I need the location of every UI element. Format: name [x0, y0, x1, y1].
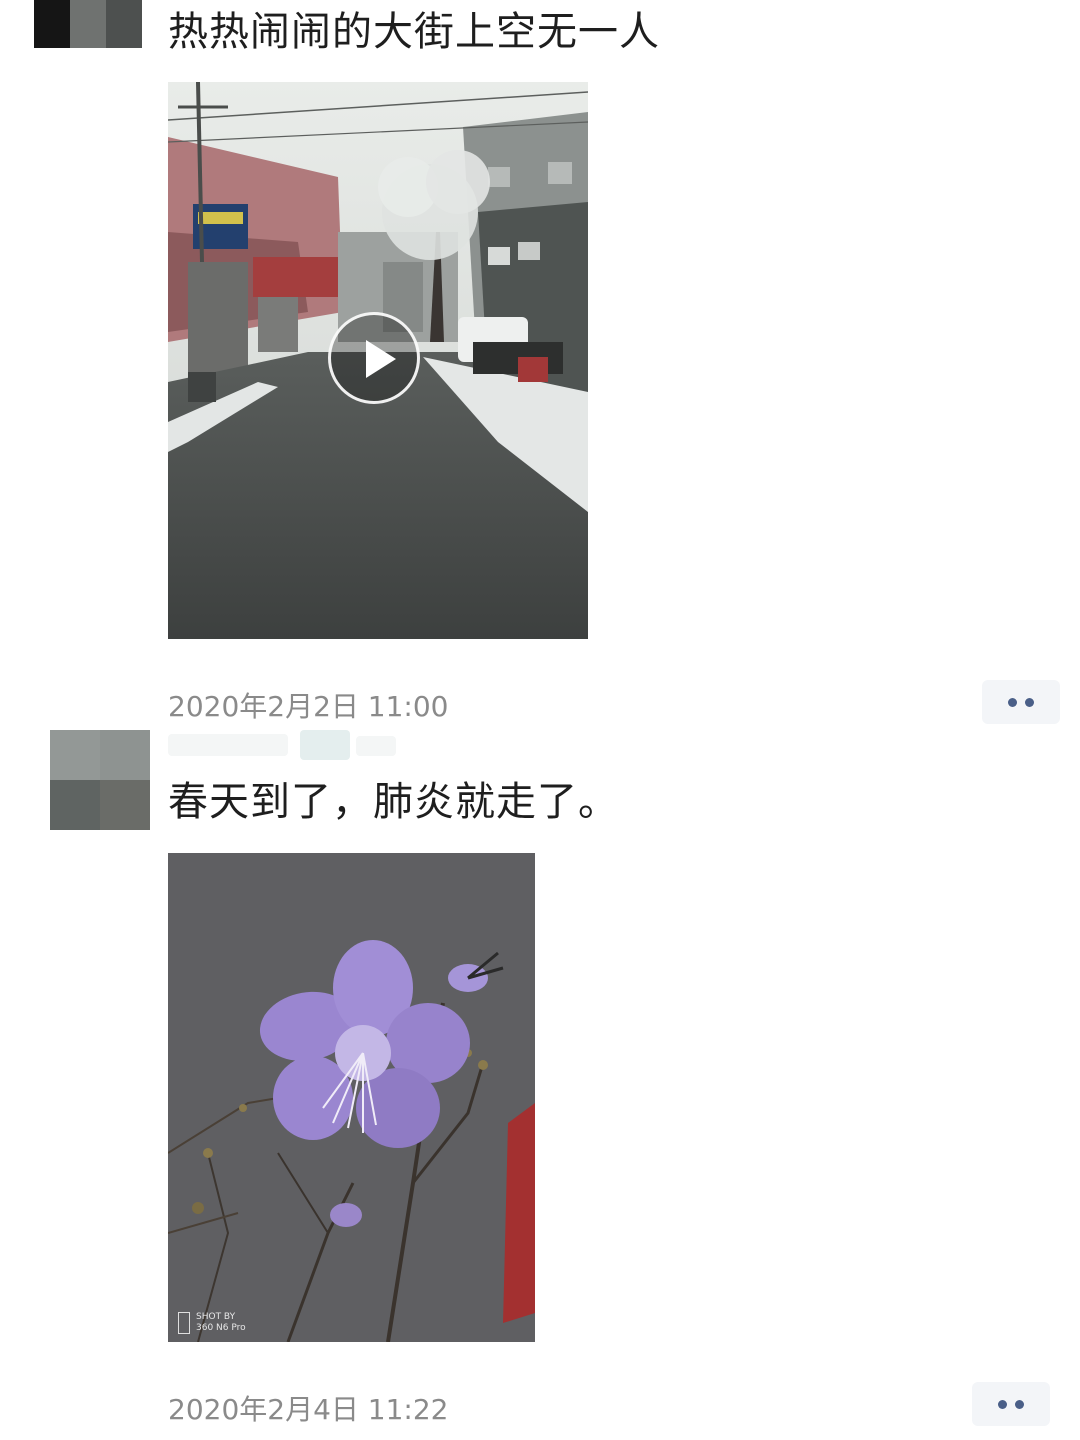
play-button[interactable] — [328, 312, 420, 404]
flower-photo — [168, 853, 535, 1342]
more-options-button[interactable] — [982, 680, 1060, 724]
post-timestamp: 2020年2月4日 11:22 — [168, 1393, 449, 1426]
more-options-button[interactable] — [972, 1382, 1050, 1426]
play-icon — [366, 340, 396, 378]
username[interactable] — [168, 730, 408, 762]
post-photo[interactable]: SHOT BY 360 N6 Pro — [168, 853, 535, 1342]
watermark-line2: 360 N6 Pro — [196, 1323, 246, 1333]
post-text: 热热闹闹的大街上空无一人 — [168, 9, 660, 55]
post-text: 春天到了，肺炎就走了。 — [168, 779, 619, 825]
post-video[interactable] — [168, 82, 588, 639]
avatar[interactable] — [50, 730, 150, 830]
post-timestamp: 2020年2月2日 11:00 — [168, 690, 449, 723]
more-dots-icon — [1008, 698, 1017, 707]
camera-badge-icon — [178, 1312, 190, 1334]
camera-watermark: SHOT BY 360 N6 Pro — [178, 1312, 246, 1334]
avatar[interactable] — [34, 0, 142, 48]
watermark-line1: SHOT BY — [196, 1312, 236, 1322]
moment-post: 春天到了，肺炎就走了。 SHOT BY 360 N6 Pro 2020年2月4日… — [0, 730, 1080, 1440]
moment-post: 热热闹闹的大街上空无一人 2020年2月2日 11:00 — [0, 0, 1080, 730]
more-dots-icon — [998, 1400, 1007, 1409]
